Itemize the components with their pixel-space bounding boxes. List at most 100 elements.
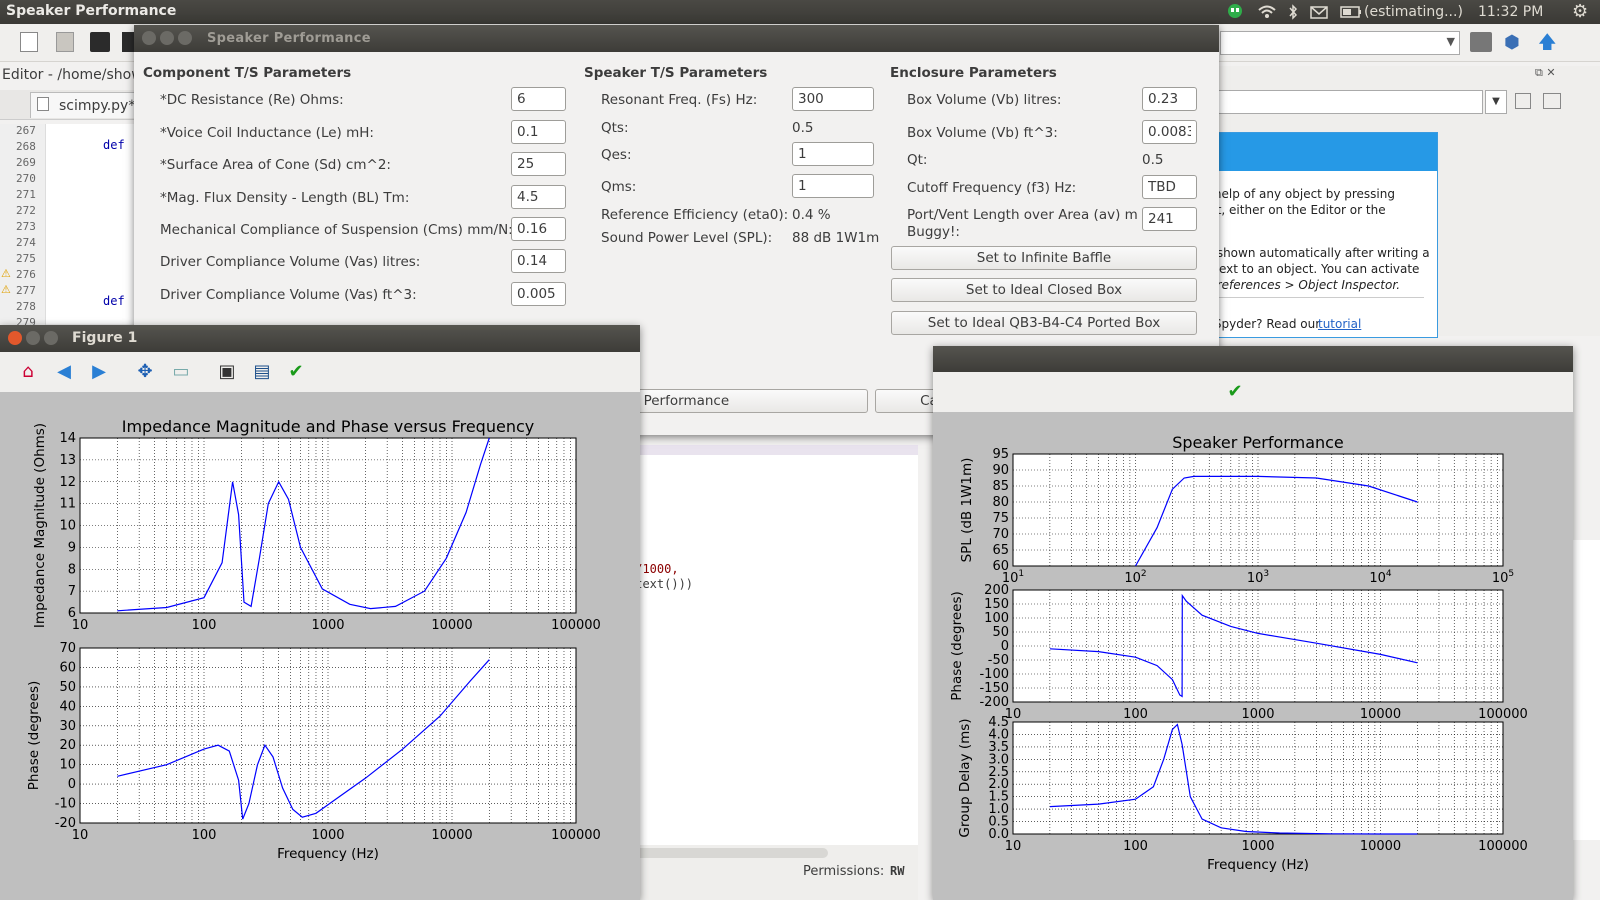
- y-axis-label: Group Delay (ms): [957, 718, 973, 837]
- zoom-icon[interactable]: ▭: [169, 360, 193, 384]
- x-tick-label: 10000: [431, 828, 472, 843]
- y-axis-label: Phase (degrees): [949, 591, 965, 700]
- subplots-icon[interactable]: ▣: [215, 360, 239, 384]
- ported-box-button[interactable]: Set to Ideal QB3-B4-C4 Ported Box: [891, 311, 1197, 335]
- close-icon[interactable]: [8, 331, 22, 345]
- bl-label: *Mag. Flux Density - Length (BL) Tm:: [160, 190, 410, 206]
- open-file-icon[interactable]: [56, 32, 74, 52]
- save-icon[interactable]: [90, 32, 110, 52]
- object-inspector-combo[interactable]: [1203, 90, 1483, 114]
- arrow-up-icon[interactable]: 🡅: [1538, 30, 1557, 60]
- top-panel: Speaker Performance (estimating...) 11:3…: [0, 0, 1600, 24]
- tutorial-link[interactable]: tutorial: [1318, 317, 1361, 331]
- forward-icon[interactable]: ▶: [87, 360, 111, 384]
- code-editor-lower[interactable]: )/1000, .text())): [628, 445, 918, 845]
- vas-litres-input[interactable]: [511, 249, 566, 273]
- chevron-down-icon: ▼: [1446, 35, 1455, 48]
- figure1-canvas[interactable]: 6789101112131410 100 1000 10000 100000Impeda…: [0, 392, 640, 900]
- chevron-down-icon[interactable]: ▼: [1485, 90, 1507, 114]
- folder-icon[interactable]: [1470, 32, 1492, 52]
- qes-input[interactable]: [792, 142, 874, 166]
- current-line-highlight: [628, 445, 918, 455]
- infinite-baffle-button[interactable]: Set to Infinite Baffle: [891, 246, 1197, 270]
- checkmark-icon[interactable]: ✔: [284, 360, 308, 384]
- x-axis-label: Frequency (Hz): [277, 846, 379, 862]
- vb-ft3-input[interactable]: [1142, 120, 1197, 144]
- active-window-title: Speaker Performance: [6, 3, 177, 19]
- save-all-icon[interactable]: [122, 32, 134, 52]
- ideal-closed-box-button[interactable]: Set to Ideal Closed Box: [891, 278, 1197, 302]
- help-panel: et help of any object by pressing of it,…: [1195, 132, 1438, 338]
- vb-litres-input[interactable]: [1142, 87, 1197, 111]
- x-tick-label: 100: [192, 618, 217, 633]
- python-icon[interactable]: ⬢: [1504, 32, 1520, 53]
- re-input[interactable]: [511, 87, 566, 111]
- back-icon[interactable]: ◀: [52, 360, 76, 384]
- file-tab[interactable]: scimpy.py*: [30, 92, 138, 118]
- undock-icon[interactable]: ⧉ ✕: [1535, 66, 1556, 80]
- clock[interactable]: 11:32 PM: [1478, 4, 1543, 20]
- impedance-magnitude-plot: 6789101112131410 100 1000 10000 100000Impeda…: [32, 417, 601, 633]
- hangouts-icon[interactable]: [1228, 4, 1242, 20]
- file-tab-label: scimpy.py*: [59, 98, 136, 114]
- minimize-icon[interactable]: [26, 331, 40, 345]
- gear-icon[interactable]: ⚙: [1572, 1, 1588, 22]
- sd-input[interactable]: [511, 152, 566, 176]
- bl-input[interactable]: [511, 185, 566, 209]
- y-tick-label: 150: [984, 597, 1009, 612]
- qts-label: Qts:: [601, 120, 629, 136]
- line-number: 278: [16, 300, 36, 313]
- figure2-canvas[interactable]: 6065707580859095101 102 103 104 105Speaker P…: [933, 412, 1573, 900]
- new-file-icon[interactable]: [20, 32, 38, 52]
- close-icon[interactable]: [142, 31, 156, 45]
- pan-icon[interactable]: ✥: [133, 360, 157, 384]
- figure1-titlebar: Figure 1: [0, 325, 640, 352]
- minimize-icon[interactable]: [160, 31, 174, 45]
- bluetooth-icon[interactable]: [1288, 4, 1298, 20]
- code-keyword: def: [103, 138, 125, 152]
- y-tick-label: 13: [59, 453, 76, 468]
- qms-label: Qms:: [601, 179, 637, 195]
- maximize-icon[interactable]: [44, 331, 58, 345]
- cms-input[interactable]: [511, 217, 566, 241]
- warning-icon[interactable]: ⚠: [1, 283, 11, 296]
- save-figure-icon[interactable]: ▤: [250, 360, 274, 384]
- fs-input[interactable]: [792, 87, 874, 111]
- port-input[interactable]: [1142, 207, 1197, 231]
- home-icon[interactable]: ⌂: [16, 360, 40, 384]
- checkmark-icon[interactable]: ✔: [1223, 380, 1247, 404]
- plot-area: [1012, 453, 1504, 567]
- battery-status[interactable]: (estimating...): [1364, 4, 1463, 20]
- vas-ft3-input[interactable]: [511, 282, 566, 306]
- impedance-phase-plot: -20-1001020304050607010 100 1000 10000 10000…: [26, 641, 601, 862]
- mail-icon[interactable]: [1310, 4, 1328, 20]
- battery-icon[interactable]: [1340, 4, 1362, 20]
- y-tick-label: 20: [59, 738, 76, 753]
- line-number: 276: [16, 268, 36, 281]
- lock-icon[interactable]: [1515, 93, 1531, 109]
- y-tick-label: -10: [55, 797, 76, 812]
- y-tick-label: 9: [68, 540, 76, 555]
- warning-icon[interactable]: ⚠: [1, 267, 11, 280]
- maximize-icon[interactable]: [178, 31, 192, 45]
- y-tick-label: 95: [992, 447, 1009, 462]
- horizontal-scrollbar[interactable]: [628, 848, 828, 858]
- line-number: 267: [16, 124, 36, 137]
- help-text: of it, either on the Editor or the: [1198, 203, 1386, 217]
- x-tick-label: 103: [1247, 569, 1269, 586]
- qms-input[interactable]: [792, 174, 874, 198]
- y-tick-label: 40: [59, 699, 76, 714]
- vas-litres-label: Driver Compliance Volume (Vas) litres:: [160, 254, 421, 270]
- options-icon[interactable]: [1543, 93, 1561, 109]
- line-number: 271: [16, 188, 36, 201]
- chart-title: Speaker Performance: [1172, 433, 1344, 452]
- le-input[interactable]: [511, 120, 566, 144]
- qt-label: Qt:: [907, 152, 928, 168]
- line-number: 269: [16, 156, 36, 169]
- working-directory-combo[interactable]: ▼: [1220, 31, 1460, 55]
- help-text: et help of any object by pressing: [1198, 187, 1395, 201]
- wifi-icon[interactable]: [1258, 4, 1276, 20]
- f3-input[interactable]: [1142, 175, 1197, 199]
- code-editor[interactable]: def def: [46, 124, 136, 324]
- x-tick-label: 100000: [1478, 707, 1528, 722]
